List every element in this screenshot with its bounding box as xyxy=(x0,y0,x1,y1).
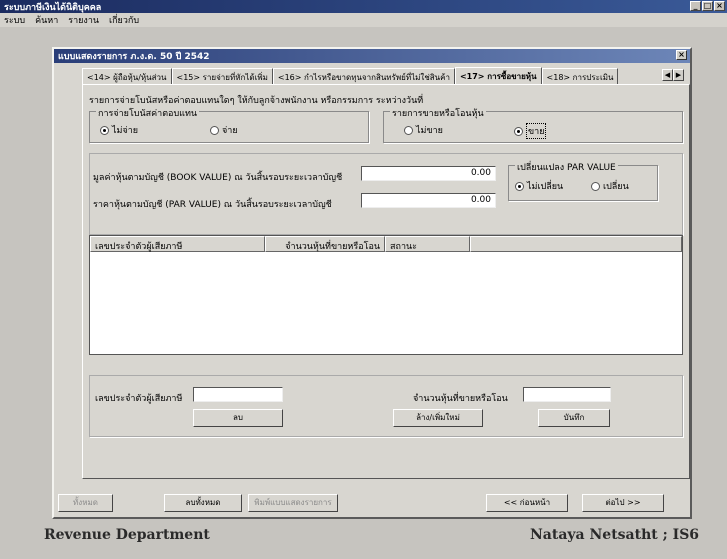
footer-right: Nataya Netsatht ; IS6 xyxy=(530,527,700,543)
radio-dot xyxy=(514,126,523,136)
radio-par-yes[interactable]: เปลี่ยน xyxy=(591,179,629,193)
app-title-bar: ระบบภาษีเงินได้นิติบุคคล _ □ × xyxy=(0,0,727,13)
footer-left: Revenue Department xyxy=(44,527,210,543)
radio-label: จ่าย xyxy=(222,126,238,136)
radio-bonus-yes[interactable]: จ่าย xyxy=(210,123,238,137)
entry-group xyxy=(89,375,683,437)
tab-strip: <14> ผู้ถือหุ้น/หุ้นส่วน <15> รายจ่ายที่… xyxy=(82,67,619,84)
radio-bonus-no[interactable]: ไม่จ่าย xyxy=(100,123,138,137)
menu-search[interactable]: ค้นหา xyxy=(35,13,58,27)
radio-par-no[interactable]: ไม่เปลี่ยน xyxy=(515,179,563,193)
minimize-icon[interactable]: _ xyxy=(690,1,701,11)
tab-panel: รายการจ่ายโบนัสหรือค่าตอบแทนใดๆ ให้กับลู… xyxy=(82,84,690,479)
menu-bar: ระบบ ค้นหา รายงาน เกี่ยวกับ xyxy=(0,13,727,27)
menu-about[interactable]: เกี่ยวกับ xyxy=(109,13,139,27)
list-header: เลขประจำตัวผู้เสียภาษี จำนวนหุ้นที่ขายหร… xyxy=(90,236,682,252)
radio-label: ไม่จ่าย xyxy=(112,126,139,136)
maximize-icon[interactable]: □ xyxy=(702,1,713,11)
tab-share-trading[interactable]: <17> การซื้อขายหุ้น xyxy=(454,67,542,84)
app-title: ระบบภาษีเงินได้นิติบุคคล xyxy=(4,2,102,13)
radio-dot xyxy=(210,125,219,135)
par-change-group: เปลี่ยนแปลง PAR VALUE ไม่เปลี่ยน เปลี่ยน xyxy=(508,160,658,201)
shares-input[interactable] xyxy=(523,387,611,402)
print-button[interactable]: พิมพ์แบบแสดงรายการ xyxy=(248,494,338,512)
close-icon[interactable]: × xyxy=(714,1,725,11)
book-value-label: มูลค่าหุ้นตามบัญชี (BOOK VALUE) ณ วันสิ้… xyxy=(93,173,343,183)
form-window: แบบแสดงรายการ ภ.ง.ด. 50 ปี 2542 × <14> ผ… xyxy=(52,47,692,519)
save-button[interactable]: บันทึก xyxy=(538,409,610,427)
radio-dot xyxy=(515,181,524,191)
bonus-group-label: การจ่ายโบนัสค่าตอบแทน xyxy=(96,106,200,120)
tax-id-input[interactable] xyxy=(193,387,283,402)
menu-system[interactable]: ระบบ xyxy=(4,13,25,27)
radio-label: ไม่เปลี่ยน xyxy=(527,182,564,192)
transfer-group: รายการขายหรือโอนหุ้น ไม่ขาย ขาย xyxy=(383,106,683,143)
book-value-field[interactable]: 0.00 xyxy=(361,166,496,181)
par-value-field[interactable]: 0.00 xyxy=(361,193,496,208)
radio-transfer-no[interactable]: ไม่ขาย xyxy=(404,123,443,137)
radio-dot xyxy=(591,181,600,191)
par-value-label: ราคาหุ้นตามบัญชี (PAR VALUE) ณ วันสิ้นรอ… xyxy=(93,200,332,210)
tax-id-label: เลขประจำตัวผู้เสียภาษี xyxy=(95,394,183,404)
menu-report[interactable]: รายงาน xyxy=(68,13,99,27)
prev-button[interactable]: << ก่อนหน้า xyxy=(486,494,568,512)
tab-asset-gains[interactable]: <16> กำไรหรือขาดทุนจากสินทรัพย์ที่ไม่ใช่… xyxy=(272,68,455,84)
radio-label: ไม่ขาย xyxy=(416,126,443,136)
bonus-group: การจ่ายโบนัสค่าตอบแทน ไม่จ่าย จ่าย xyxy=(89,106,369,143)
form-title-bar: แบบแสดงรายการ ภ.ง.ด. 50 ปี 2542 × xyxy=(54,49,690,63)
tab-scroll: ◀ ▶ xyxy=(662,69,684,81)
tab-assessment[interactable]: <18> การประเมิน xyxy=(541,68,619,84)
column-tax-id[interactable]: เลขประจำตัวผู้เสียภาษี xyxy=(90,236,265,252)
column-shares[interactable]: จำนวนหุ้นที่ขายหรือโอน xyxy=(265,236,385,252)
radio-label: ขาย xyxy=(526,123,547,139)
shares-label: จำนวนหุ้นที่ขายหรือโอน xyxy=(413,394,508,404)
form-title: แบบแสดงรายการ ภ.ง.ด. 50 ปี 2542 xyxy=(58,52,210,62)
tab-shareholders[interactable]: <14> ผู้ถือหุ้น/หุ้นส่วน xyxy=(82,68,172,84)
add-new-button[interactable]: ล้าง/เพิ่มใหม่ xyxy=(393,409,483,427)
clear-all-button[interactable]: ลบทั้งหมด xyxy=(164,494,242,512)
radio-dot xyxy=(404,125,413,135)
radio-transfer-yes[interactable]: ขาย xyxy=(514,123,547,139)
delete-button[interactable]: ลบ xyxy=(193,409,283,427)
column-filler xyxy=(470,236,682,252)
chevron-right-icon[interactable]: ▶ xyxy=(673,69,684,81)
par-change-label: เปลี่ยนแปลง PAR VALUE xyxy=(515,160,618,174)
radio-dot xyxy=(100,125,109,135)
next-button[interactable]: ต่อไป >> xyxy=(582,494,664,512)
transfer-group-label: รายการขายหรือโอนหุ้น xyxy=(390,106,486,120)
all-button[interactable]: ทั้งหมด xyxy=(58,494,113,512)
close-icon[interactable]: × xyxy=(676,50,687,60)
tab-extra-deductions[interactable]: <15> รายจ่ายที่หักได้เพิ่ม xyxy=(171,68,273,84)
column-status[interactable]: สถานะ xyxy=(385,236,470,252)
chevron-left-icon[interactable]: ◀ xyxy=(662,69,673,81)
share-transfer-list[interactable]: เลขประจำตัวผู้เสียภาษี จำนวนหุ้นที่ขายหร… xyxy=(89,235,683,355)
bonus-heading: รายการจ่ายโบนัสหรือค่าตอบแทนใดๆ ให้กับลู… xyxy=(89,96,424,106)
radio-label: เปลี่ยน xyxy=(603,182,629,192)
